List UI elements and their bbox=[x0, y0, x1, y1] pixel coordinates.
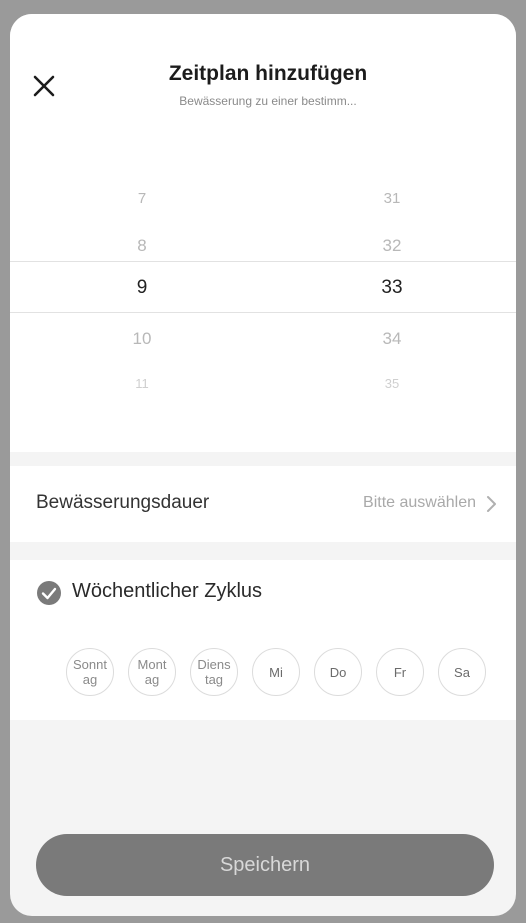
duration-row[interactable]: Bewässerungsdauer Bitte auswählen bbox=[10, 466, 516, 542]
save-button[interactable]: Speichern bbox=[36, 834, 494, 896]
day-label: Montag bbox=[137, 657, 167, 687]
hour-option[interactable]: 11 bbox=[82, 376, 202, 391]
day-saturday[interactable]: Sa bbox=[438, 648, 486, 696]
minute-option[interactable]: 35 bbox=[332, 376, 452, 391]
hour-option[interactable]: 8 bbox=[82, 236, 202, 256]
day-thursday[interactable]: Do bbox=[314, 648, 362, 696]
minute-option[interactable]: 34 bbox=[332, 329, 452, 349]
minute-option[interactable]: 31 bbox=[332, 190, 452, 207]
day-label: Sonntag bbox=[73, 657, 107, 687]
day-tuesday[interactable]: Dienstag bbox=[190, 648, 238, 696]
page-title: Zeitplan hinzufügen bbox=[168, 62, 368, 85]
weekday-selector: Sonntag Montag Dienstag Mi Do Fr Sa bbox=[66, 648, 486, 696]
minute-column[interactable]: 31 32 33 34 35 bbox=[332, 132, 452, 452]
hour-option[interactable]: 10 bbox=[82, 329, 202, 349]
weekly-cycle-label: Wöchentlicher Zyklus bbox=[72, 580, 263, 602]
day-label: Dienstag bbox=[197, 657, 231, 687]
day-sunday[interactable]: Sonntag bbox=[66, 648, 114, 696]
time-picker[interactable]: 7 8 9 10 11 31 32 33 34 35 bbox=[10, 132, 516, 452]
day-monday[interactable]: Montag bbox=[128, 648, 176, 696]
hour-option[interactable]: 7 bbox=[82, 190, 202, 207]
check-circle-icon[interactable] bbox=[36, 580, 62, 606]
duration-label: Bewässerungsdauer bbox=[36, 492, 210, 513]
header: Zeitplan hinzufügen Bewässerung zu einer… bbox=[10, 14, 516, 132]
weekly-cycle-section: Wöchentlicher Zyklus Sonntag Montag Dien… bbox=[10, 560, 516, 720]
minute-option[interactable]: 32 bbox=[332, 236, 452, 256]
day-friday[interactable]: Fr bbox=[376, 648, 424, 696]
hour-column[interactable]: 7 8 9 10 11 bbox=[82, 132, 202, 452]
duration-value: Bitte auswählen bbox=[363, 494, 476, 511]
schedule-sheet: Zeitplan hinzufügen Bewässerung zu einer… bbox=[10, 14, 516, 916]
page-subtitle: Bewässerung zu einer bestimm... bbox=[179, 94, 357, 108]
hour-option-selected[interactable]: 9 bbox=[82, 277, 202, 299]
minute-option-selected[interactable]: 33 bbox=[332, 277, 452, 299]
chevron-right-icon bbox=[487, 496, 496, 512]
day-wednesday[interactable]: Mi bbox=[252, 648, 300, 696]
